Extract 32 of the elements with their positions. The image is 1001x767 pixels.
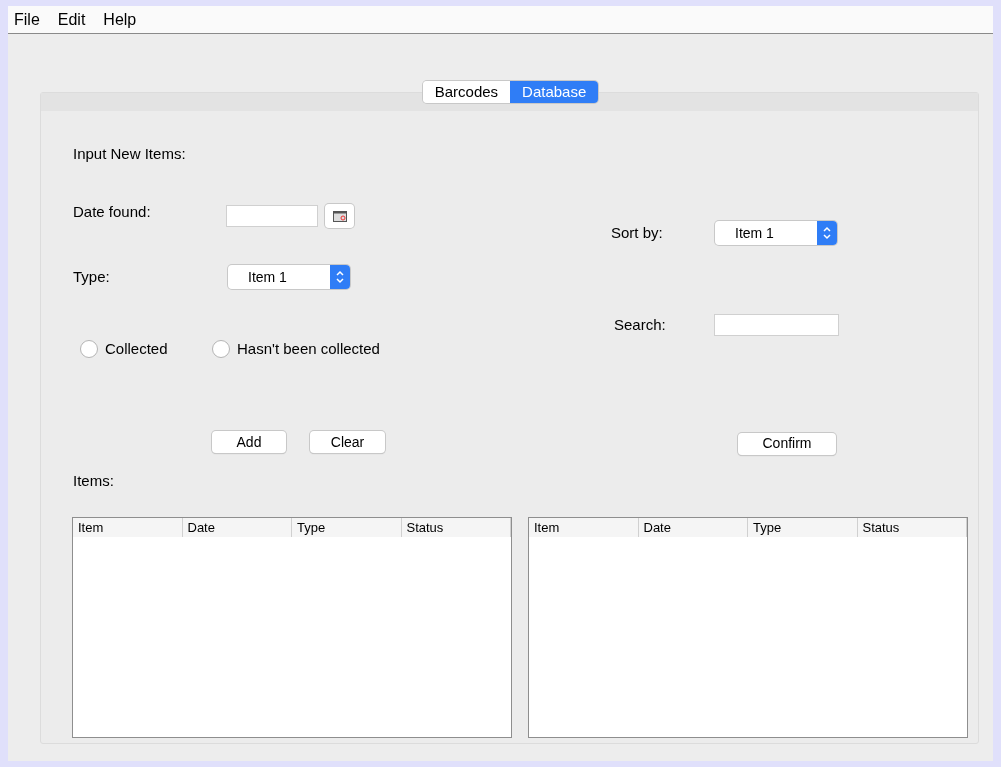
search-field[interactable]: [714, 314, 839, 336]
tab[interactable]: Database: [510, 81, 599, 103]
column-header[interactable]: Item: [529, 518, 639, 537]
section-title: Input New Items:: [73, 146, 187, 162]
push-button[interactable]: Confirm: [738, 432, 836, 455]
field-label: Date found:: [73, 204, 152, 222]
column-header[interactable]: Date: [638, 518, 748, 537]
field-label: Search:: [614, 314, 667, 335]
column-header[interactable]: Status: [401, 518, 511, 537]
column-header[interactable]: Type: [292, 518, 402, 537]
menu-item[interactable]: Edit: [57, 7, 86, 32]
menu-item[interactable]: Help: [103, 7, 137, 32]
field-label: Type:: [73, 266, 111, 287]
dropdown[interactable]: Item 1: [715, 221, 837, 245]
date-field[interactable]: [226, 205, 318, 227]
radio-button[interactable]: Collected: [80, 337, 212, 361]
tab[interactable]: Barcodes: [422, 81, 511, 103]
column-header[interactable]: Type: [748, 518, 858, 537]
menu-item[interactable]: File: [14, 7, 40, 32]
push-button[interactable]: Clear: [310, 431, 385, 453]
calendar-button[interactable]: [325, 204, 354, 228]
radio-button[interactable]: Hasn't been collected: [212, 337, 380, 361]
field-label: Sort by:: [611, 222, 664, 243]
stepper-icon: [817, 221, 837, 245]
stepper-icon: [330, 265, 350, 289]
column-header[interactable]: Item: [73, 518, 183, 537]
calendar-icon: [332, 210, 347, 222]
dropdown[interactable]: Item 1: [228, 265, 350, 289]
column-header[interactable]: Date: [182, 518, 292, 537]
column-header[interactable]: Status: [857, 518, 967, 537]
section-title: Items:: [73, 473, 115, 489]
push-button[interactable]: Add: [212, 431, 286, 453]
